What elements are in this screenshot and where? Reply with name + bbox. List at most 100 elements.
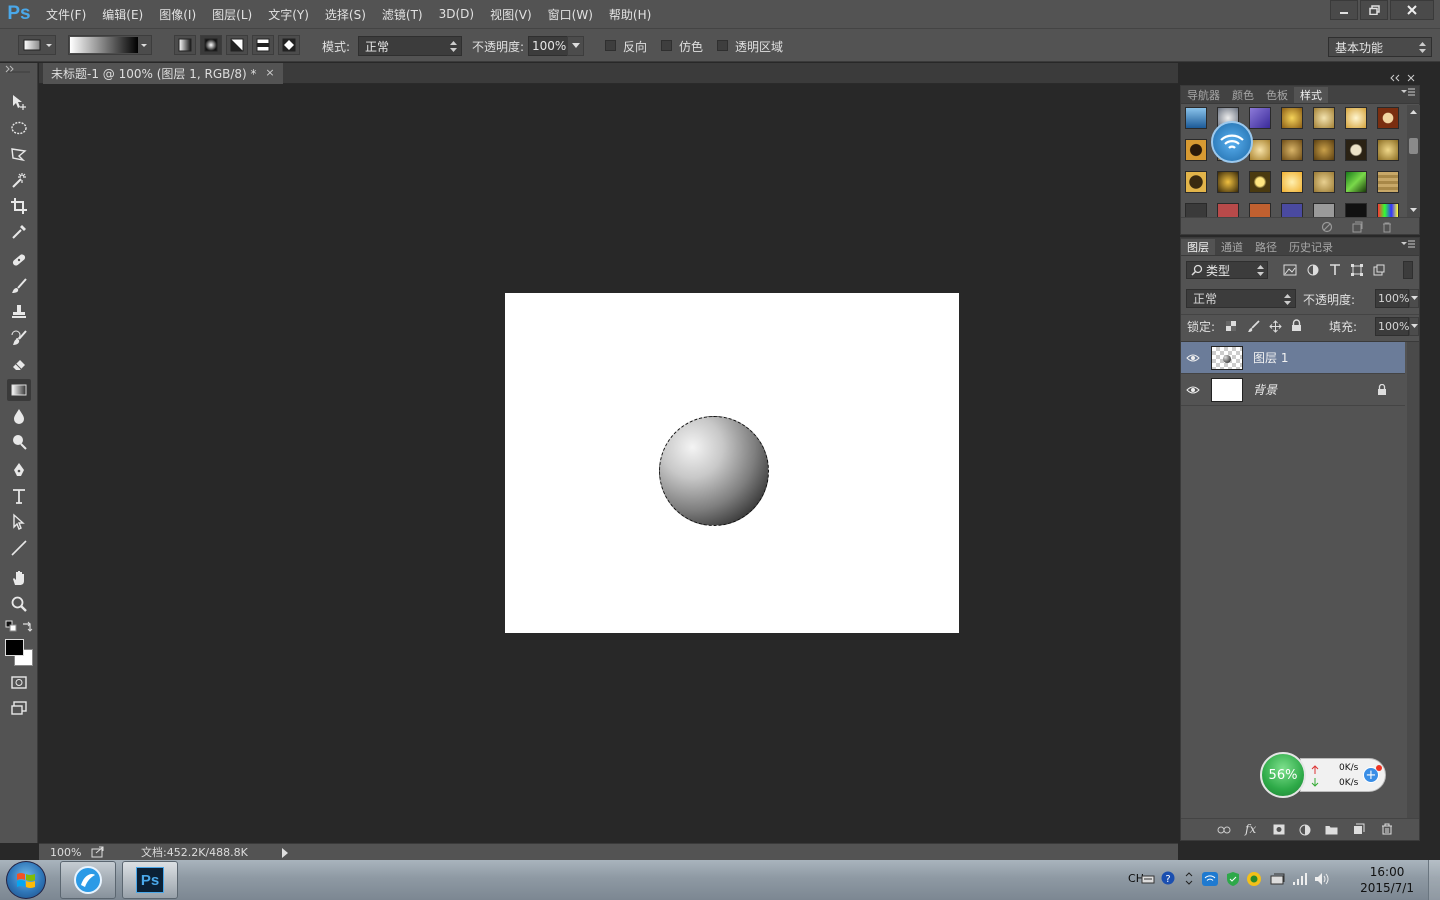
blend-mode-select[interactable]: 正常 bbox=[1186, 289, 1296, 308]
filter-type-icon[interactable] bbox=[1329, 263, 1341, 276]
memory-usage-ball[interactable]: 56% bbox=[1260, 752, 1306, 798]
tray-expand-icon[interactable] bbox=[1184, 870, 1194, 886]
status-menu-arrow-icon[interactable] bbox=[281, 848, 289, 858]
style-swatch[interactable] bbox=[1377, 171, 1399, 193]
tab-swatches[interactable]: 色板 bbox=[1260, 87, 1294, 103]
canvas-workspace[interactable] bbox=[39, 84, 1178, 843]
lock-transparent-icon[interactable] bbox=[1225, 320, 1237, 332]
mode-select[interactable]: 正常 bbox=[358, 36, 462, 56]
move-tool[interactable] bbox=[7, 91, 31, 113]
wifi-tray-icon[interactable] bbox=[1202, 872, 1218, 886]
layer-row-background[interactable]: 背景 bbox=[1181, 374, 1405, 406]
blur-tool[interactable] bbox=[7, 405, 31, 427]
angle-gradient-button[interactable] bbox=[226, 35, 248, 55]
new-layer-icon[interactable] bbox=[1353, 823, 1365, 835]
lock-pixels-brush-icon[interactable] bbox=[1247, 320, 1260, 332]
zoom-tool[interactable] bbox=[7, 593, 31, 615]
new-adjustment-layer-icon[interactable] bbox=[1299, 824, 1311, 836]
add-mask-icon[interactable] bbox=[1273, 824, 1285, 835]
fx-button[interactable]: fx bbox=[1245, 822, 1256, 836]
menu-view[interactable]: 视图(V) bbox=[482, 6, 540, 23]
style-swatch[interactable] bbox=[1249, 171, 1271, 193]
lock-all-icon[interactable] bbox=[1291, 319, 1302, 332]
shield-icon[interactable] bbox=[1226, 871, 1240, 887]
style-swatch[interactable] bbox=[1185, 203, 1207, 217]
help-icon[interactable]: ? bbox=[1161, 871, 1175, 885]
style-swatch[interactable] bbox=[1345, 139, 1367, 161]
style-swatch[interactable] bbox=[1377, 139, 1399, 161]
layer-row-layer1[interactable]: 图层 1 bbox=[1181, 342, 1405, 374]
restore-button[interactable] bbox=[1360, 0, 1388, 20]
tab-navigator[interactable]: 导航器 bbox=[1181, 87, 1226, 103]
reverse-checkbox[interactable] bbox=[605, 40, 616, 51]
close-dock-icon[interactable] bbox=[1407, 74, 1415, 82]
menu-edit[interactable]: 编辑(E) bbox=[94, 6, 151, 23]
menu-image[interactable]: 图像(I) bbox=[151, 6, 204, 23]
style-swatch[interactable] bbox=[1249, 203, 1271, 217]
gradient-picker[interactable] bbox=[68, 35, 152, 55]
tab-layers[interactable]: 图层 bbox=[1181, 239, 1215, 255]
style-swatch[interactable] bbox=[1377, 203, 1399, 217]
delete-layer-icon[interactable] bbox=[1381, 823, 1393, 835]
filter-pixel-icon[interactable] bbox=[1283, 264, 1297, 276]
document-canvas[interactable] bbox=[505, 293, 959, 633]
transparency-checkbox[interactable] bbox=[717, 40, 728, 51]
panel-menu-icon[interactable] bbox=[1401, 240, 1415, 250]
fill-slider-button[interactable] bbox=[1409, 317, 1419, 336]
radial-gradient-button[interactable] bbox=[200, 35, 222, 55]
layers-scrollbar[interactable] bbox=[1407, 342, 1419, 822]
new-style-icon[interactable] bbox=[1351, 221, 1363, 233]
style-swatch[interactable] bbox=[1185, 107, 1207, 129]
style-swatch[interactable] bbox=[1313, 171, 1335, 193]
show-desktop-button[interactable] bbox=[1428, 860, 1440, 900]
menu-help[interactable]: 帮助(H) bbox=[601, 6, 659, 23]
signal-bars-icon[interactable] bbox=[1292, 872, 1308, 886]
default-colors-icon[interactable] bbox=[5, 620, 17, 632]
dodge-tool[interactable] bbox=[7, 431, 31, 453]
gradient-sphere-selection[interactable] bbox=[659, 416, 769, 526]
panel-menu-icon[interactable] bbox=[1401, 88, 1415, 98]
layer-filter-select[interactable]: 类型 bbox=[1186, 261, 1268, 279]
styles-scrollbar[interactable] bbox=[1407, 105, 1420, 217]
style-swatch[interactable] bbox=[1281, 139, 1303, 161]
share-export-icon[interactable] bbox=[91, 846, 105, 858]
collapse-panels-icon[interactable] bbox=[1389, 74, 1401, 82]
layer-opacity-slider-button[interactable] bbox=[1409, 289, 1419, 308]
style-swatch[interactable] bbox=[1249, 107, 1271, 129]
keyboard-icon[interactable] bbox=[1141, 873, 1155, 885]
style-swatch[interactable] bbox=[1345, 203, 1367, 217]
zoom-level[interactable]: 100% bbox=[50, 846, 81, 859]
opacity-slider-button[interactable] bbox=[567, 36, 584, 56]
taskbar-browser-button[interactable] bbox=[60, 861, 116, 899]
clear-style-icon[interactable] bbox=[1321, 221, 1333, 233]
lock-position-icon[interactable] bbox=[1269, 320, 1282, 333]
document-tab[interactable]: 未标题-1 @ 100% (图层 1, RGB/8) * × bbox=[43, 63, 283, 84]
network-tray-icon[interactable] bbox=[1270, 872, 1286, 886]
wifi-overlay-badge[interactable] bbox=[1211, 121, 1253, 163]
gradient-tool[interactable] bbox=[7, 379, 31, 401]
fill-input[interactable]: 100% bbox=[1375, 317, 1409, 336]
swap-colors-icon[interactable] bbox=[21, 620, 33, 632]
healing-brush-tool[interactable] bbox=[7, 249, 31, 271]
tab-color[interactable]: 颜色 bbox=[1226, 87, 1260, 103]
layer-opacity-input[interactable]: 100% bbox=[1375, 289, 1409, 308]
tab-history[interactable]: 历史记录 bbox=[1283, 239, 1339, 255]
menu-file[interactable]: 文件(F) bbox=[38, 6, 94, 23]
reflected-gradient-button[interactable] bbox=[252, 35, 274, 55]
style-swatch[interactable] bbox=[1313, 203, 1335, 217]
brush-tool[interactable] bbox=[7, 275, 31, 297]
tab-paths[interactable]: 路径 bbox=[1249, 239, 1283, 255]
filter-shape-icon[interactable] bbox=[1351, 264, 1363, 276]
style-swatch[interactable] bbox=[1345, 107, 1367, 129]
taskbar-clock[interactable]: 16:00 2015/7/1 bbox=[1360, 864, 1414, 896]
security-app-icon[interactable] bbox=[1246, 871, 1262, 887]
foreground-color-swatch[interactable] bbox=[5, 639, 24, 656]
menu-layer[interactable]: 图层(L) bbox=[204, 6, 260, 23]
menu-type[interactable]: 文字(Y) bbox=[260, 6, 317, 23]
hand-tool[interactable] bbox=[7, 567, 31, 589]
delete-style-icon[interactable] bbox=[1381, 221, 1393, 233]
menu-window[interactable]: 窗口(W) bbox=[540, 6, 601, 23]
eyedropper-tool[interactable] bbox=[7, 221, 31, 243]
style-swatch[interactable] bbox=[1377, 107, 1399, 129]
close-tab-icon[interactable]: × bbox=[265, 66, 274, 79]
